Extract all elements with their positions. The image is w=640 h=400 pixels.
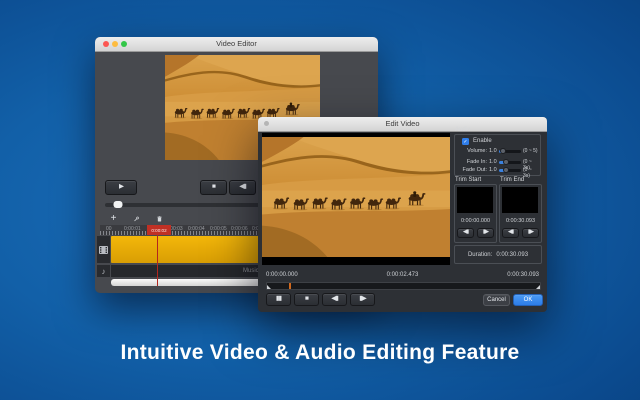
seek-end-time: 0:00:30.093 (507, 272, 539, 278)
trim-end-prev-frame-button[interactable]: ◀▮ (502, 228, 519, 238)
window-title: Video Editor (95, 39, 378, 48)
stop-icon: ■ (212, 184, 215, 191)
fade-in-label: Fade In: (455, 159, 487, 165)
stop-icon: ■ (305, 296, 308, 303)
previous-frame-icon: ◀▮ (331, 296, 338, 303)
seek-current-time: 0:00:02.473 (387, 272, 419, 278)
wrench-icon (134, 214, 139, 224)
audio-group-label: Audio (455, 127, 470, 133)
editor-seek-handle[interactable] (113, 201, 122, 208)
next-frame-icon: ▮▶ (528, 230, 533, 236)
music-track-label: Music (243, 268, 259, 274)
play-button[interactable]: ▶ (105, 180, 137, 195)
pause-button[interactable]: ▮▮ (266, 293, 291, 306)
edit-video-dialog: Edit Video Audio ✓ Enable Volume: 1.0 (0… (258, 117, 547, 312)
trim-end-frame (502, 187, 538, 213)
next-frame-icon: ▮▶ (483, 230, 488, 236)
trim-end-label: Trim End (500, 177, 524, 183)
volume-range: (0 ~ 5) (523, 148, 538, 154)
trash-icon (157, 214, 162, 224)
previous-frame-icon: ◀▮ (463, 230, 468, 236)
trim-handle-right[interactable] (536, 285, 540, 289)
fade-out-range: (0 ~ 3s) (523, 167, 540, 179)
duration-label: Duration: (468, 252, 492, 258)
video-track-icon-cell (97, 236, 110, 263)
trim-end-next-frame-button[interactable]: ▮▶ (522, 228, 539, 238)
trim-handle-left[interactable] (267, 285, 271, 289)
trim-start-box: 0:00:00.000 ◀▮ ▮▶ (454, 184, 497, 243)
previous-frame-icon: ◀▮ (508, 230, 513, 236)
trim-start-prev-frame-button[interactable]: ◀▮ (457, 228, 474, 238)
desert-camels-image (262, 137, 450, 257)
background: Video Editor ▶ ■ ◀▮ ▮▶ + (0, 0, 640, 400)
stop-button[interactable]: ■ (294, 293, 319, 306)
volume-slider[interactable] (499, 150, 521, 153)
trim-start-frame (457, 187, 493, 213)
dialog-seek-bar[interactable] (266, 282, 541, 290)
previous-frame-button[interactable]: ◀▮ (229, 180, 256, 195)
volume-value: 1.0 (489, 148, 497, 154)
playhead-line[interactable] (157, 235, 158, 286)
fade-in-value: 1.0 (489, 159, 497, 165)
ruler-label: 0:00:05 (210, 226, 227, 232)
ruler-label: 0:00:01 (124, 226, 141, 232)
volume-slider-knob[interactable] (500, 148, 506, 154)
trim-end-time: 0:00:30.093 (500, 218, 541, 224)
ruler-label: 0:00:06 (231, 226, 248, 232)
enable-checkbox[interactable]: ✓ (462, 138, 469, 145)
pause-icon: ▮▮ (276, 296, 281, 303)
film-strip-icon (99, 246, 108, 254)
fade-out-slider-knob[interactable] (503, 167, 509, 173)
seek-position-marker[interactable] (289, 283, 291, 289)
trim-start-time: 0:00:00.000 (455, 218, 496, 224)
delete-clip-button[interactable] (151, 212, 168, 225)
cancel-button[interactable]: Cancel (483, 294, 510, 306)
fade-in-slider[interactable] (499, 161, 521, 164)
plus-icon: + (111, 214, 117, 224)
next-frame-button[interactable]: ▮▶ (350, 293, 375, 306)
volume-label: Volume: (455, 148, 487, 154)
audio-track-icon-cell: ♪ (97, 265, 110, 277)
duration-box: Duration: 0:00:30.093 (454, 245, 542, 264)
play-icon: ▶ (119, 184, 123, 191)
trim-start-next-frame-button[interactable]: ▮▶ (477, 228, 494, 238)
dialog-video-preview (262, 133, 450, 265)
stop-button[interactable]: ■ (200, 180, 227, 195)
ruler-label: 00 (106, 226, 112, 232)
check-icon: ✓ (463, 139, 467, 145)
ruler-label: 0:00:04 (188, 226, 205, 232)
trim-start-label: Trim Start (455, 177, 481, 183)
fade-out-label: Fade Out: (455, 167, 487, 173)
duration-value: 0:00:30.093 (496, 252, 528, 258)
seek-start-time: 0:00:00.000 (266, 272, 298, 278)
trim-end-box: 0:00:30.093 ◀▮ ▮▶ (499, 184, 542, 243)
fade-in-slider-knob[interactable] (503, 159, 509, 165)
fade-out-slider[interactable] (499, 169, 521, 172)
music-note-icon: ♪ (102, 267, 106, 276)
tagline-text: Intuitive Video & Audio Editing Feature (0, 341, 640, 365)
audio-group-box: ✓ Enable Volume: 1.0 (0 ~ 5) Fade In: 1.… (454, 134, 541, 176)
previous-frame-button[interactable]: ◀▮ (322, 293, 347, 306)
fade-out-value: 1.0 (489, 167, 497, 173)
playhead-time-badge[interactable]: 0:00:02 (147, 225, 171, 235)
video-editor-titlebar[interactable]: Video Editor (95, 37, 378, 52)
next-frame-icon: ▮▶ (359, 296, 366, 303)
edit-tool-button[interactable] (128, 212, 145, 225)
enable-label: Enable (473, 138, 492, 144)
ok-button[interactable]: OK (513, 294, 543, 306)
add-clip-button[interactable]: + (105, 212, 122, 225)
previous-frame-icon: ◀▮ (239, 184, 246, 191)
